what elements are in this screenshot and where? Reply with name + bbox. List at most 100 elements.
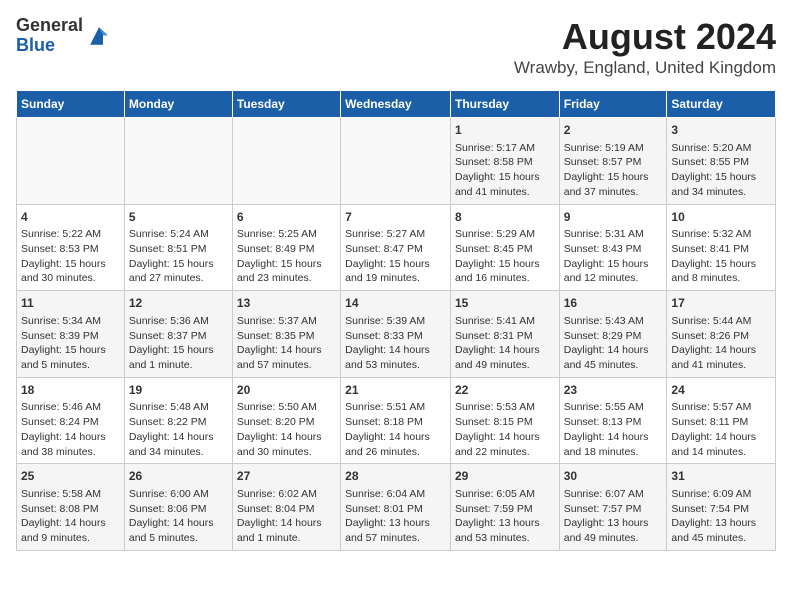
calendar-cell: 11Sunrise: 5:34 AMSunset: 8:39 PMDayligh… bbox=[17, 291, 125, 378]
calendar-cell bbox=[17, 118, 125, 205]
day-info: Sunset: 8:01 PM bbox=[345, 502, 446, 517]
day-number: 6 bbox=[237, 209, 336, 226]
day-info: Daylight: 15 hours and 12 minutes. bbox=[564, 257, 663, 286]
day-number: 9 bbox=[564, 209, 663, 226]
calendar-cell: 27Sunrise: 6:02 AMSunset: 8:04 PMDayligh… bbox=[232, 464, 340, 551]
day-info: Daylight: 15 hours and 34 minutes. bbox=[671, 170, 771, 199]
day-info: Sunrise: 6:02 AM bbox=[237, 487, 336, 502]
day-info: Sunset: 8:39 PM bbox=[21, 329, 120, 344]
day-info: Daylight: 15 hours and 1 minute. bbox=[129, 343, 228, 372]
calendar-cell: 24Sunrise: 5:57 AMSunset: 8:11 PMDayligh… bbox=[667, 377, 776, 464]
day-number: 5 bbox=[129, 209, 228, 226]
day-info: Sunrise: 5:58 AM bbox=[21, 487, 120, 502]
day-info: Daylight: 14 hours and 30 minutes. bbox=[237, 430, 336, 459]
day-info: Sunset: 8:29 PM bbox=[564, 329, 663, 344]
day-info: Sunrise: 5:20 AM bbox=[671, 141, 771, 156]
day-info: Sunset: 7:59 PM bbox=[455, 502, 555, 517]
weekday-header-tuesday: Tuesday bbox=[232, 91, 340, 118]
day-number: 18 bbox=[21, 382, 120, 399]
logo-icon bbox=[87, 24, 111, 48]
day-info: Sunrise: 6:05 AM bbox=[455, 487, 555, 502]
day-info: Sunset: 8:47 PM bbox=[345, 242, 446, 257]
calendar-cell: 7Sunrise: 5:27 AMSunset: 8:47 PMDaylight… bbox=[341, 204, 451, 291]
day-info: Sunrise: 5:46 AM bbox=[21, 400, 120, 415]
day-info: Sunrise: 5:37 AM bbox=[237, 314, 336, 329]
day-info: Sunset: 8:24 PM bbox=[21, 415, 120, 430]
day-info: Daylight: 14 hours and 45 minutes. bbox=[564, 343, 663, 372]
day-number: 25 bbox=[21, 468, 120, 485]
day-info: Sunrise: 5:31 AM bbox=[564, 227, 663, 242]
day-info: Sunset: 8:55 PM bbox=[671, 155, 771, 170]
day-info: Sunrise: 5:48 AM bbox=[129, 400, 228, 415]
day-info: Sunset: 8:26 PM bbox=[671, 329, 771, 344]
calendar-cell: 12Sunrise: 5:36 AMSunset: 8:37 PMDayligh… bbox=[124, 291, 232, 378]
day-info: Sunrise: 5:53 AM bbox=[455, 400, 555, 415]
day-info: Sunset: 8:57 PM bbox=[564, 155, 663, 170]
day-number: 22 bbox=[455, 382, 555, 399]
calendar-cell: 29Sunrise: 6:05 AMSunset: 7:59 PMDayligh… bbox=[450, 464, 559, 551]
day-number: 7 bbox=[345, 209, 446, 226]
day-info: Sunrise: 5:34 AM bbox=[21, 314, 120, 329]
day-info: Sunset: 8:11 PM bbox=[671, 415, 771, 430]
day-info: Daylight: 14 hours and 49 minutes. bbox=[455, 343, 555, 372]
calendar-cell: 5Sunrise: 5:24 AMSunset: 8:51 PMDaylight… bbox=[124, 204, 232, 291]
calendar-cell bbox=[341, 118, 451, 205]
weekday-header-friday: Friday bbox=[559, 91, 667, 118]
calendar-week-3: 11 Sunrise: 5:34 AMSunset: 8:39 PM Dayligh… bbox=[17, 291, 776, 378]
day-info: Daylight: 13 hours and 53 minutes. bbox=[455, 516, 555, 545]
weekday-header-monday: Monday bbox=[124, 91, 232, 118]
day-info: Sunrise: 5:50 AM bbox=[237, 400, 336, 415]
day-info: Sunrise: 5:32 AM bbox=[671, 227, 771, 242]
calendar-cell: 14Sunrise: 5:39 AMSunset: 8:33 PMDayligh… bbox=[341, 291, 451, 378]
calendar-cell bbox=[232, 118, 340, 205]
day-info: Sunrise: 5:22 AM bbox=[21, 227, 120, 242]
day-info: Sunrise: 6:00 AM bbox=[129, 487, 228, 502]
day-info: Sunset: 8:43 PM bbox=[564, 242, 663, 257]
calendar-cell: 9Sunrise: 5:31 AMSunset: 8:43 PMDaylight… bbox=[559, 204, 667, 291]
day-info: Sunset: 8:49 PM bbox=[237, 242, 336, 257]
calendar-cell: 4Sunrise: 5:22 AMSunset: 8:53 PMDaylight… bbox=[17, 204, 125, 291]
day-info: Daylight: 15 hours and 30 minutes. bbox=[21, 257, 120, 286]
day-info: Sunset: 7:54 PM bbox=[671, 502, 771, 517]
page-header: General Blue August 2024 Wrawby, England… bbox=[16, 16, 776, 78]
calendar-cell: 15Sunrise: 5:41 AMSunset: 8:31 PMDayligh… bbox=[450, 291, 559, 378]
calendar-cell: 10Sunrise: 5:32 AMSunset: 8:41 PMDayligh… bbox=[667, 204, 776, 291]
day-info: Sunset: 8:13 PM bbox=[564, 415, 663, 430]
day-info: Sunrise: 5:36 AM bbox=[129, 314, 228, 329]
day-info: Sunset: 8:08 PM bbox=[21, 502, 120, 517]
day-info: Sunset: 8:33 PM bbox=[345, 329, 446, 344]
day-info: Daylight: 14 hours and 22 minutes. bbox=[455, 430, 555, 459]
day-number: 16 bbox=[564, 295, 663, 312]
day-number: 23 bbox=[564, 382, 663, 399]
calendar-cell: 16 Sunrise: 5:43 AMSunset: 8:29 PMDayligh… bbox=[559, 291, 667, 378]
calendar-cell: 22Sunrise: 5:53 AMSunset: 8:15 PMDayligh… bbox=[450, 377, 559, 464]
day-info: Daylight: 14 hours and 41 minutes. bbox=[671, 343, 771, 372]
calendar-cell: 23Sunrise: 5:55 AMSunset: 8:13 PMDayligh… bbox=[559, 377, 667, 464]
day-info: Daylight: 15 hours and 41 minutes. bbox=[455, 170, 555, 199]
day-info: Sunrise: 5:43 AM bbox=[564, 314, 663, 329]
calendar-table: SundayMondayTuesdayWednesdayThursdayFrid… bbox=[16, 90, 776, 551]
day-info: Sunrise: 5:17 AM bbox=[455, 141, 555, 156]
day-info: Sunrise: 5:51 AM bbox=[345, 400, 446, 415]
day-number: 17 bbox=[671, 295, 771, 312]
day-number: 11 bbox=[21, 295, 120, 312]
day-info: Daylight: 14 hours and 57 minutes. bbox=[237, 343, 336, 372]
calendar-cell: 20Sunrise: 5:50 AMSunset: 8:20 PMDayligh… bbox=[232, 377, 340, 464]
day-info: Sunrise: 6:04 AM bbox=[345, 487, 446, 502]
calendar-cell: 8Sunrise: 5:29 AMSunset: 8:45 PMDaylight… bbox=[450, 204, 559, 291]
calendar-cell bbox=[124, 118, 232, 205]
day-info: Sunrise: 5:57 AM bbox=[671, 400, 771, 415]
calendar-cell: 17Sunrise: 5:44 AMSunset: 8:26 PMDayligh… bbox=[667, 291, 776, 378]
logo-blue: Blue bbox=[16, 36, 83, 56]
calendar-cell: 25Sunrise: 5:58 AMSunset: 8:08 PMDayligh… bbox=[17, 464, 125, 551]
calendar-week-5: 25 Sunrise: 5:58 AMSunset: 8:08 PM Dayligh… bbox=[17, 464, 776, 551]
calendar-cell: 19Sunrise: 5:48 AMSunset: 8:22 PMDayligh… bbox=[124, 377, 232, 464]
calendar-cell: 13Sunrise: 5:37 AMSunset: 8:35 PMDayligh… bbox=[232, 291, 340, 378]
day-number: 30 bbox=[564, 468, 663, 485]
logo-general: General bbox=[16, 16, 83, 36]
calendar-cell: 30Sunrise: 6:07 AMSunset: 7:57 PMDayligh… bbox=[559, 464, 667, 551]
logo: General Blue bbox=[16, 16, 111, 56]
day-info: Daylight: 14 hours and 18 minutes. bbox=[564, 430, 663, 459]
day-info: Sunrise: 5:41 AM bbox=[455, 314, 555, 329]
day-info: Sunrise: 5:29 AM bbox=[455, 227, 555, 242]
